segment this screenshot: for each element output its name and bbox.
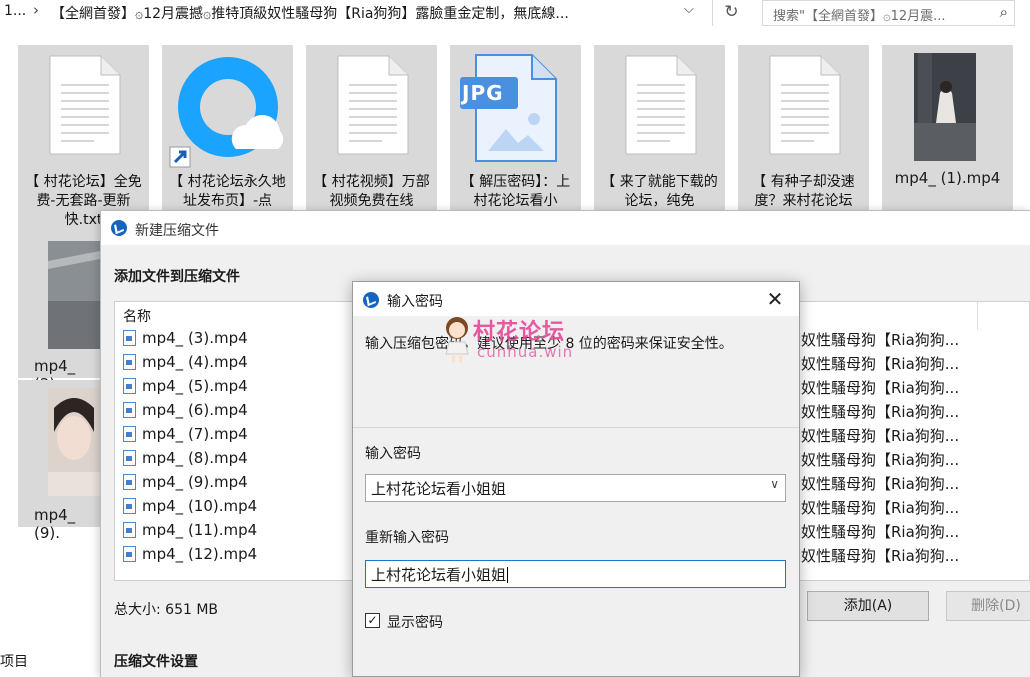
add-button[interactable]: 添加(A) [807, 591, 929, 621]
video-thumbnail-icon [914, 53, 976, 161]
search-placeholder: 搜索"【全網首發】۞12月震... [773, 9, 946, 24]
list-item[interactable]: mp4_ (8).mp4 [123, 449, 248, 473]
list-item-path: 奴性騷母狗【Ria狗狗... [801, 355, 960, 373]
list-item[interactable]: mp4_ (10).mp4 [123, 497, 257, 521]
list-item[interactable]: mp4_ (7).mp4 [123, 425, 248, 449]
file-tile[interactable]: 【 有种子却没速度？来村花论坛 [738, 45, 869, 233]
password-input[interactable]: 上村花论坛看小姐姐 ∨ [365, 474, 786, 502]
password-label: 输入密码 [365, 446, 421, 462]
file-tile[interactable]: mp4_ (9). [18, 380, 100, 542]
list-item[interactable]: mp4_ (3).mp4 [123, 329, 248, 353]
list-item-label: mp4_ (5).mp4 [142, 377, 248, 395]
jpg-file-icon [460, 54, 557, 162]
section-heading: 添加文件到压缩文件 [114, 269, 240, 285]
file-tile[interactable]: 【 村花论坛永久地址发布页】-点 [162, 45, 293, 233]
list-item-label: mp4_ (12).mp4 [142, 545, 258, 563]
search-icon[interactable]: ⌕ [1000, 3, 1008, 21]
file-tile[interactable]: 【 村花论坛】全免费-无套路-更新快.txt [18, 45, 149, 233]
file-tile[interactable]: mp4_ (1).mp4 [882, 45, 1013, 233]
list-item[interactable]: mp4_ (6).mp4 [123, 401, 248, 425]
video-file-icon [123, 450, 136, 466]
browser-shortcut-icon [169, 57, 284, 168]
list-item[interactable]: mp4_ (5).mp4 [123, 377, 248, 401]
screen: 1... › 【全網首發】۞12月震撼۞推特頂級奴性騷母狗【Ria狗狗】露臉重金… [0, 0, 1030, 677]
video-file-icon [123, 330, 136, 346]
list-item-path: 奴性騷母狗【Ria狗狗... [801, 547, 960, 565]
address-prefix[interactable]: 1... [4, 3, 26, 19]
text-document-icon [769, 55, 841, 155]
window-title: 新建压缩文件 [135, 223, 219, 239]
list-item-path: 奴性騷母狗【Ria狗狗... [801, 331, 960, 349]
app-logo-icon [111, 220, 127, 236]
list-item-path: 奴性騷母狗【Ria狗狗... [801, 499, 960, 517]
list-item[interactable]: mp4_ (12).mp4 [123, 545, 257, 569]
file-label: mp4_ (9). [34, 506, 76, 542]
list-item-path: 奴性騷母狗【Ria狗狗... [801, 379, 960, 397]
status-items-label: 项目 [0, 654, 28, 670]
settings-heading: 压缩文件设置 [114, 654, 198, 670]
list-item-path: 奴性騷母狗【Ria狗狗... [801, 427, 960, 445]
text-document-icon [625, 55, 697, 155]
video-file-icon [123, 402, 136, 418]
title-bar[interactable]: 输入密码 ✕ [353, 282, 799, 316]
list-item[interactable]: mp4_ (4).mp4 [123, 353, 248, 377]
file-label: mp4_ (1).mp4 [894, 169, 1001, 187]
dialog-title: 输入密码 [387, 294, 443, 310]
total-size: 总大小: 651 MB [114, 602, 219, 618]
chevron-right-icon: › [33, 1, 39, 19]
video-file-icon [123, 378, 136, 394]
list-item-label: mp4_ (8).mp4 [142, 449, 248, 467]
password-value: 上村花论坛看小姐姐 [371, 480, 507, 498]
list-item-label: mp4_ (3).mp4 [142, 329, 248, 347]
list-item-label: mp4_ (6).mp4 [142, 401, 248, 419]
divider [353, 427, 799, 428]
video-file-icon [123, 474, 136, 490]
file-tile[interactable]: 【 村花视频】万部视频免费在线 [306, 45, 437, 233]
search-input[interactable]: 搜索"【全網首發】۞12月震... ⌕ [762, 0, 1015, 26]
list-item[interactable]: mp4_ (9).mp4 [123, 473, 248, 497]
refresh-icon[interactable]: ↻ [712, 0, 750, 26]
text-document-icon [49, 55, 121, 155]
chevron-down-icon[interactable]: ⌵ [684, 2, 694, 17]
show-password-label[interactable]: 显示密码 [387, 612, 443, 632]
column-divider [977, 302, 978, 330]
title-bar[interactable]: 新建压缩文件 [101, 211, 1030, 245]
reenter-password-value: 上村花论坛看小姐姐 [371, 566, 507, 584]
password-hint: 输入压缩包密码，建议使用至少 8 位的密码来保证安全性。 [365, 336, 733, 352]
file-tile[interactable]: mp4_ (2). [18, 233, 100, 393]
column-header-name[interactable]: 名称 [123, 306, 151, 326]
list-item-label: mp4_ (7).mp4 [142, 425, 248, 443]
list-item-path: 奴性騷母狗【Ria狗狗... [801, 451, 960, 469]
show-password-checkbox[interactable]: ✓ [365, 613, 380, 628]
list-item-label: mp4_ (4).mp4 [142, 353, 248, 371]
video-file-icon [123, 498, 136, 514]
list-item-path: 奴性騷母狗【Ria狗狗... [801, 475, 960, 493]
chevron-down-icon[interactable]: ∨ [770, 477, 779, 491]
text-document-icon [337, 55, 409, 155]
app-logo-icon [363, 292, 379, 308]
video-thumbnail-icon [48, 241, 100, 349]
reenter-password-input[interactable]: 上村花论坛看小姐姐 [365, 560, 786, 588]
jpg-badge: JPG [462, 81, 504, 105]
list-item-label: mp4_ (11).mp4 [142, 521, 258, 539]
file-tile[interactable]: 【 来了就能下载的论坛，纯免 [594, 45, 725, 233]
close-icon[interactable]: ✕ [757, 284, 793, 314]
video-file-icon [123, 546, 136, 562]
video-file-icon [123, 522, 136, 538]
list-item-path: 奴性騷母狗【Ria狗狗... [801, 523, 960, 541]
delete-button[interactable]: 删除(D) [946, 591, 1030, 621]
video-file-icon [123, 426, 136, 442]
address-bar[interactable]: 1... › 【全網首發】۞12月震撼۞推特頂級奴性騷母狗【Ria狗狗】露臉重金… [0, 0, 750, 26]
list-item-label: mp4_ (10).mp4 [142, 497, 258, 515]
file-tile[interactable]: JPG 【 解压密码】：上村花论坛看小 [450, 45, 581, 233]
video-thumbnail-icon [48, 388, 100, 496]
text-caret [507, 567, 509, 583]
list-item-path: 奴性騷母狗【Ria狗狗... [801, 403, 960, 421]
list-item-label: mp4_ (9).mp4 [142, 473, 248, 491]
password-dialog: 输入密码 ✕ 输入压缩包密码，建议使用至少 8 位的密码来保证安全性。 输入密码… [352, 281, 800, 677]
list-item[interactable]: mp4_ (11).mp4 [123, 521, 257, 545]
address-path[interactable]: 【全網首發】۞12月震撼۞推特頂級奴性騷母狗【Ria狗狗】露臉重金定制，無底線.… [51, 3, 631, 23]
reenter-password-label: 重新输入密码 [365, 530, 449, 546]
video-file-icon [123, 354, 136, 370]
